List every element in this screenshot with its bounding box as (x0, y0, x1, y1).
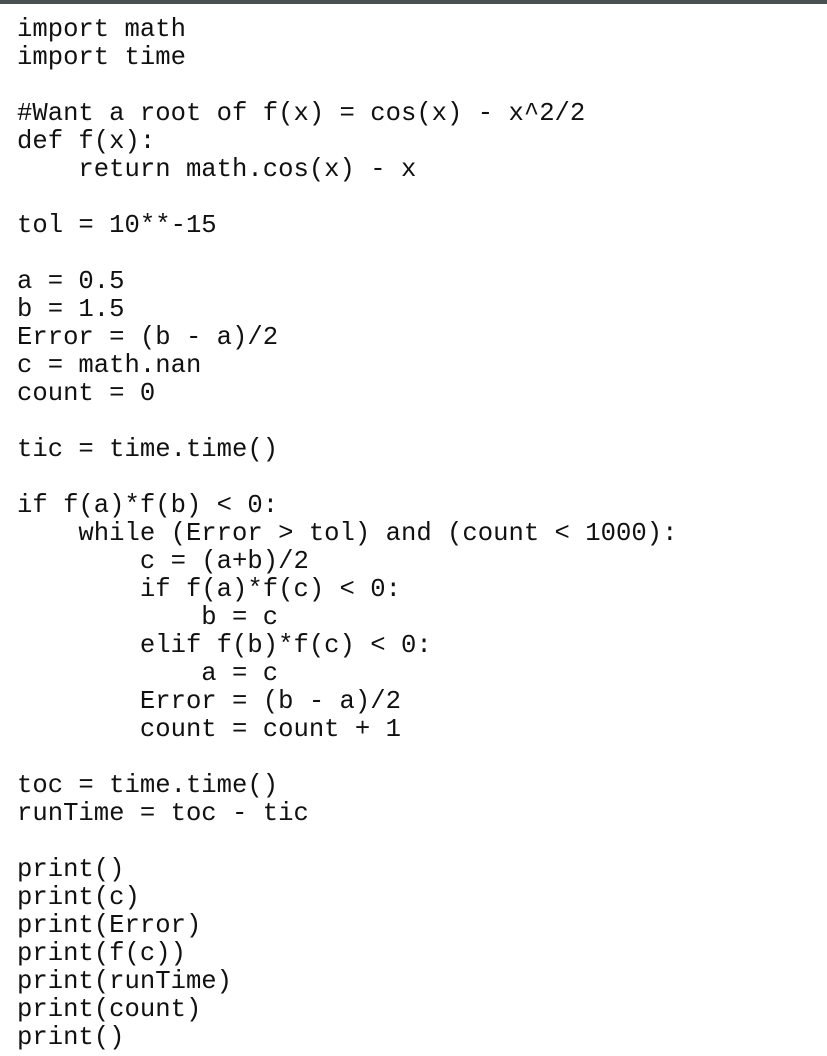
code-line: a = c (17, 659, 279, 688)
code-line: Error = (b - a)/2 (17, 323, 279, 352)
code-line: tic = time.time() (17, 435, 279, 464)
code-line: toc = time.time() (17, 771, 279, 800)
code-line: a = 0.5 (17, 267, 125, 296)
code-line: return math.cos(x) - x (17, 155, 417, 184)
code-line: import time (17, 43, 186, 72)
code-line: if f(a)*f(b) < 0: (17, 491, 279, 520)
code-line: runTime = toc - tic (17, 799, 309, 828)
code-line: print(Error) (17, 911, 202, 940)
code-line: print() (17, 855, 125, 884)
code-line: c = (a+b)/2 (17, 547, 309, 576)
code-line: c = math.nan (17, 351, 202, 380)
code-line: print(f(c)) (17, 939, 186, 968)
code-line: if f(a)*f(c) < 0: (17, 575, 401, 604)
code-block: import math import time #Want a root of f(… (17, 16, 677, 1052)
code-line: #Want a root of f(x) = cos(x) - x^2/2 (17, 99, 586, 128)
code-line: print(runTime) (17, 967, 233, 996)
code-line: b = 1.5 (17, 295, 125, 324)
code-line: print(count) (17, 995, 202, 1024)
code-line: import math (17, 15, 186, 44)
code-line: count = 0 (17, 379, 156, 408)
code-line: tol = 10**-15 (17, 211, 217, 240)
code-line: print(c) (17, 883, 140, 912)
code-line: while (Error > tol) and (count < 1000): (17, 519, 678, 548)
code-line: Error = (b - a)/2 (17, 687, 401, 716)
code-line: print() (17, 1023, 125, 1052)
code-line: def f(x): (17, 127, 156, 156)
code-line: b = c (17, 603, 279, 632)
window-top-border (0, 0, 827, 4)
code-line: elif f(b)*f(c) < 0: (17, 631, 432, 660)
code-line: count = count + 1 (17, 715, 401, 744)
